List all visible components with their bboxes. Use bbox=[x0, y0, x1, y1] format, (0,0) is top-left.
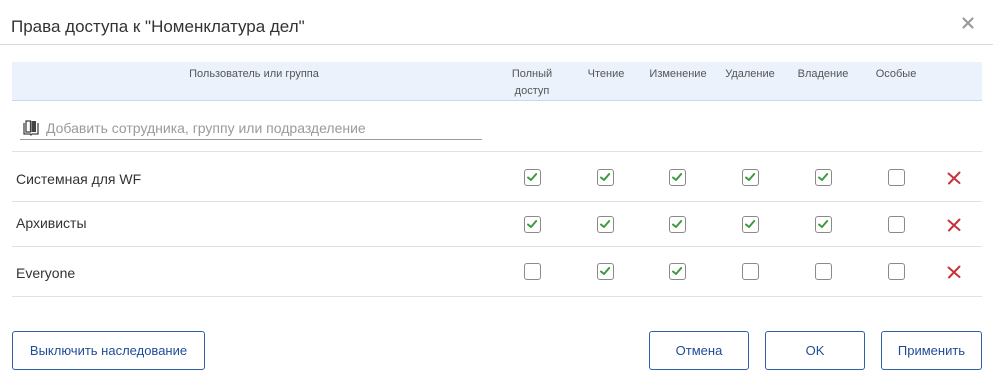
checkbox-special[interactable] bbox=[888, 263, 905, 280]
checkbox-read[interactable] bbox=[597, 169, 614, 186]
checkbox-delete[interactable] bbox=[742, 169, 759, 186]
row-label: Архивисты bbox=[16, 215, 87, 231]
add-member-row bbox=[12, 101, 982, 152]
checkbox-full-access[interactable] bbox=[524, 216, 541, 233]
delete-icon[interactable] bbox=[946, 170, 962, 186]
checkbox-modify[interactable] bbox=[669, 263, 686, 280]
checkbox-read[interactable] bbox=[597, 263, 614, 280]
row-label: Everyone bbox=[16, 265, 76, 281]
header-full-access: Полный доступ bbox=[511, 68, 553, 97]
address-book-icon[interactable] bbox=[22, 120, 40, 136]
checkbox-ownership[interactable] bbox=[815, 263, 832, 280]
permissions-table-header: Пользователь или группа Полный доступ Чте… bbox=[12, 62, 982, 101]
header-delete: Удаление bbox=[725, 68, 775, 80]
checkbox-read[interactable] bbox=[597, 216, 614, 233]
dialog-title: Права доступа к "Номенклатура дел" bbox=[11, 17, 305, 36]
ok-button[interactable]: OK bbox=[765, 331, 865, 370]
close-icon[interactable] bbox=[960, 15, 976, 31]
add-member-field bbox=[20, 118, 482, 140]
checkbox-special[interactable] bbox=[888, 216, 905, 233]
header-user-or-group: Пользователь или группа bbox=[189, 68, 319, 80]
table-row: Архивисты bbox=[12, 202, 982, 247]
checkbox-modify[interactable] bbox=[669, 216, 686, 233]
delete-icon[interactable] bbox=[946, 264, 962, 280]
checkbox-delete[interactable] bbox=[742, 263, 759, 280]
table-row: Everyone bbox=[12, 247, 982, 297]
checkbox-ownership[interactable] bbox=[815, 169, 832, 186]
cancel-button[interactable]: Отмена bbox=[649, 331, 749, 370]
apply-button[interactable]: Применить bbox=[881, 331, 982, 370]
checkbox-delete[interactable] bbox=[742, 216, 759, 233]
add-member-input[interactable] bbox=[46, 118, 476, 138]
row-label: Системная для WF bbox=[16, 171, 142, 187]
delete-icon[interactable] bbox=[946, 217, 962, 233]
checkbox-special[interactable] bbox=[888, 169, 905, 186]
checkbox-modify[interactable] bbox=[669, 169, 686, 186]
header-read: Чтение bbox=[587, 68, 625, 80]
checkbox-full-access[interactable] bbox=[524, 169, 541, 186]
header-ownership: Владение bbox=[797, 68, 849, 80]
checkbox-full-access[interactable] bbox=[524, 263, 541, 280]
dialog-header: Права доступа к "Номенклатура дел" bbox=[0, 0, 993, 45]
checkbox-ownership[interactable] bbox=[815, 216, 832, 233]
header-modify: Изменение bbox=[649, 68, 707, 80]
header-special: Особые bbox=[875, 68, 917, 80]
disable-inheritance-button[interactable]: Выключить наследование bbox=[12, 331, 205, 370]
table-row: Системная для WF bbox=[12, 153, 982, 202]
